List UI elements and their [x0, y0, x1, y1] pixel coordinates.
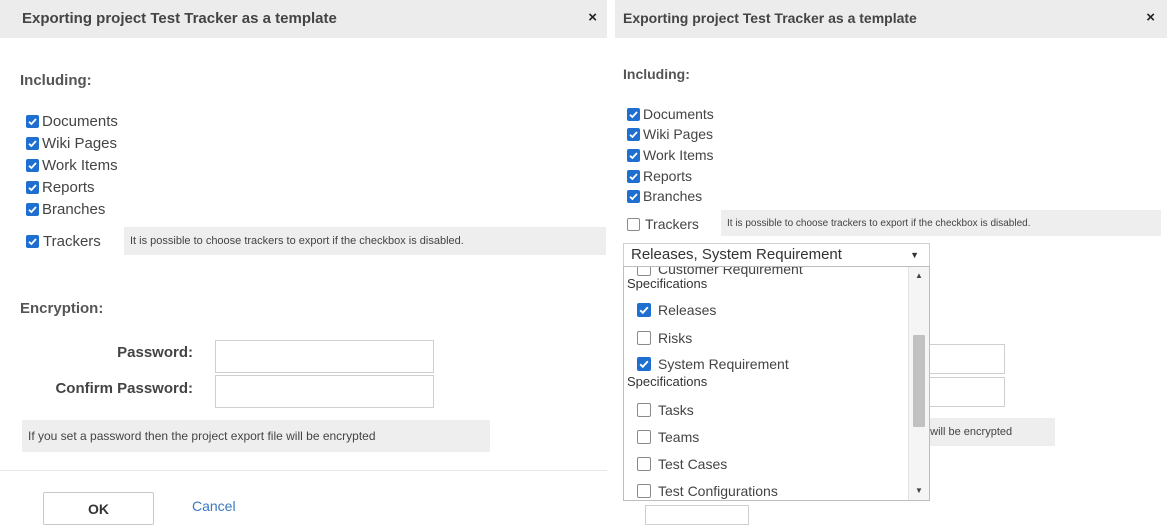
dialog-title-bar: Exporting project Test Tracker as a temp… — [615, 0, 1167, 38]
including-heading: Including: — [623, 66, 690, 82]
password-input[interactable] — [215, 340, 434, 373]
checkbox-work-items[interactable]: Work Items — [627, 145, 714, 165]
checkbox-wiki-pages[interactable]: Wiki Pages — [627, 124, 713, 144]
checkbox-trackers[interactable]: Trackers — [26, 231, 101, 251]
chevron-down-icon[interactable]: ▼ — [910, 250, 919, 260]
checkbox-label: Branches — [42, 200, 106, 218]
list-item-risks[interactable]: Risks — [637, 328, 692, 348]
checkbox-reports[interactable]: Reports — [627, 166, 692, 186]
ok-button[interactable] — [645, 505, 749, 525]
dialog-title-bar: Exporting project Test Tracker as a temp… — [0, 0, 607, 38]
option-label: Teams — [658, 429, 700, 445]
checkbox-icon[interactable] — [637, 267, 651, 276]
checkbox-label: Documents — [643, 106, 714, 122]
checkbox-icon[interactable] — [26, 202, 39, 216]
list-item-tasks[interactable]: Tasks — [637, 400, 694, 420]
close-icon[interactable]: × — [1146, 9, 1155, 26]
checkbox-label: Documents — [42, 112, 118, 130]
export-dialog-right: Exporting project Test Tracker as a temp… — [615, 0, 1167, 525]
checkbox-reports[interactable]: Reports — [26, 177, 95, 197]
trackers-info-note: It is possible to choose trackers to exp… — [721, 210, 1161, 236]
checkbox-icon[interactable] — [26, 234, 39, 248]
checkbox-label: Branches — [643, 188, 703, 204]
option-label: System Requirement — [658, 356, 789, 372]
checkbox-label: Wiki Pages — [643, 126, 714, 142]
password-label: Password: — [117, 344, 193, 361]
checkbox-icon[interactable] — [637, 403, 651, 417]
checkbox-icon[interactable] — [637, 303, 651, 317]
footer-divider — [0, 470, 607, 471]
checkbox-icon[interactable] — [637, 457, 651, 471]
option-label: Releases — [658, 302, 717, 318]
list-item-releases[interactable]: Releases — [637, 300, 716, 320]
checkbox-icon[interactable] — [627, 217, 640, 231]
cancel-link[interactable]: Cancel — [192, 498, 236, 514]
option-label: Test Configurations — [658, 483, 778, 499]
confirm-password-label: Confirm Password: — [55, 380, 193, 397]
option-label: Risks — [658, 330, 693, 346]
confirm-password-input[interactable] — [215, 375, 434, 408]
scroll-down-icon[interactable]: ▼ — [915, 486, 923, 495]
checkbox-wiki-pages[interactable]: Wiki Pages — [26, 133, 117, 153]
select-value: Releases, System Requirement — [631, 246, 842, 263]
checkbox-branches[interactable]: Branches — [26, 199, 105, 219]
dialog-title: Exporting project Test Tracker as a temp… — [623, 10, 917, 26]
checkbox-icon[interactable] — [627, 169, 640, 183]
close-icon[interactable]: × — [588, 9, 597, 26]
list-item-test-cases[interactable]: Test Cases — [637, 454, 727, 474]
checkbox-icon[interactable] — [627, 189, 640, 203]
option-label: Tasks — [658, 402, 694, 418]
dropdown-scrollbar[interactable]: ▲ ▼ — [908, 267, 929, 500]
ok-button[interactable]: OK — [43, 492, 154, 525]
checkbox-documents[interactable]: Documents — [26, 111, 118, 131]
checkbox-icon[interactable] — [627, 148, 640, 162]
list-item-system-requirement[interactable]: System Requirement — [637, 354, 789, 374]
checkbox-icon[interactable] — [26, 158, 39, 172]
checkbox-icon[interactable] — [26, 114, 39, 128]
checkbox-icon[interactable] — [627, 107, 640, 121]
encryption-info-text: e will be encrypted — [921, 426, 1013, 438]
encryption-info-note: e will be encrypted — [915, 418, 1055, 446]
checkbox-label: Trackers — [645, 216, 699, 232]
checkbox-documents[interactable]: Documents — [627, 104, 714, 124]
option-label-continued: Specifications — [627, 276, 708, 291]
checkbox-trackers[interactable]: Trackers — [627, 214, 699, 234]
checkbox-icon[interactable] — [637, 484, 651, 498]
checkbox-label: Reports — [643, 168, 693, 184]
export-dialog-left: Exporting project Test Tracker as a temp… — [0, 0, 607, 525]
trackers-dropdown-list[interactable]: Customer Requirement Specifications Rele… — [623, 266, 930, 501]
checkbox-label: Reports — [42, 178, 95, 196]
including-heading: Including: — [20, 72, 92, 89]
scroll-up-icon[interactable]: ▲ — [915, 271, 923, 280]
list-item-teams[interactable]: Teams — [637, 427, 699, 447]
option-label-continued: Specifications — [627, 374, 708, 389]
dialog-title: Exporting project Test Tracker as a temp… — [22, 10, 337, 27]
checkbox-icon[interactable] — [26, 136, 39, 150]
encryption-heading: Encryption: — [20, 300, 104, 317]
trackers-select[interactable]: Releases, System Requirement ▼ — [623, 243, 930, 266]
trackers-info-note: It is possible to choose trackers to exp… — [124, 227, 606, 255]
checkbox-icon[interactable] — [637, 430, 651, 444]
checkbox-work-items[interactable]: Work Items — [26, 155, 118, 175]
checkbox-label: Work Items — [643, 147, 714, 163]
checkbox-icon[interactable] — [26, 180, 39, 194]
option-label: Test Cases — [658, 456, 728, 472]
checkbox-branches[interactable]: Branches — [627, 186, 702, 206]
list-item-test-configurations[interactable]: Test Configurations — [637, 481, 778, 500]
checkbox-label: Wiki Pages — [42, 134, 118, 152]
checkbox-icon[interactable] — [637, 331, 651, 345]
checkbox-icon[interactable] — [627, 127, 640, 141]
checkbox-icon[interactable] — [637, 357, 651, 371]
checkbox-label: Trackers — [43, 232, 101, 250]
scrollbar-thumb[interactable] — [913, 335, 925, 427]
checkbox-label: Work Items — [42, 156, 118, 174]
encryption-info-note: If you set a password then the project e… — [22, 420, 490, 452]
